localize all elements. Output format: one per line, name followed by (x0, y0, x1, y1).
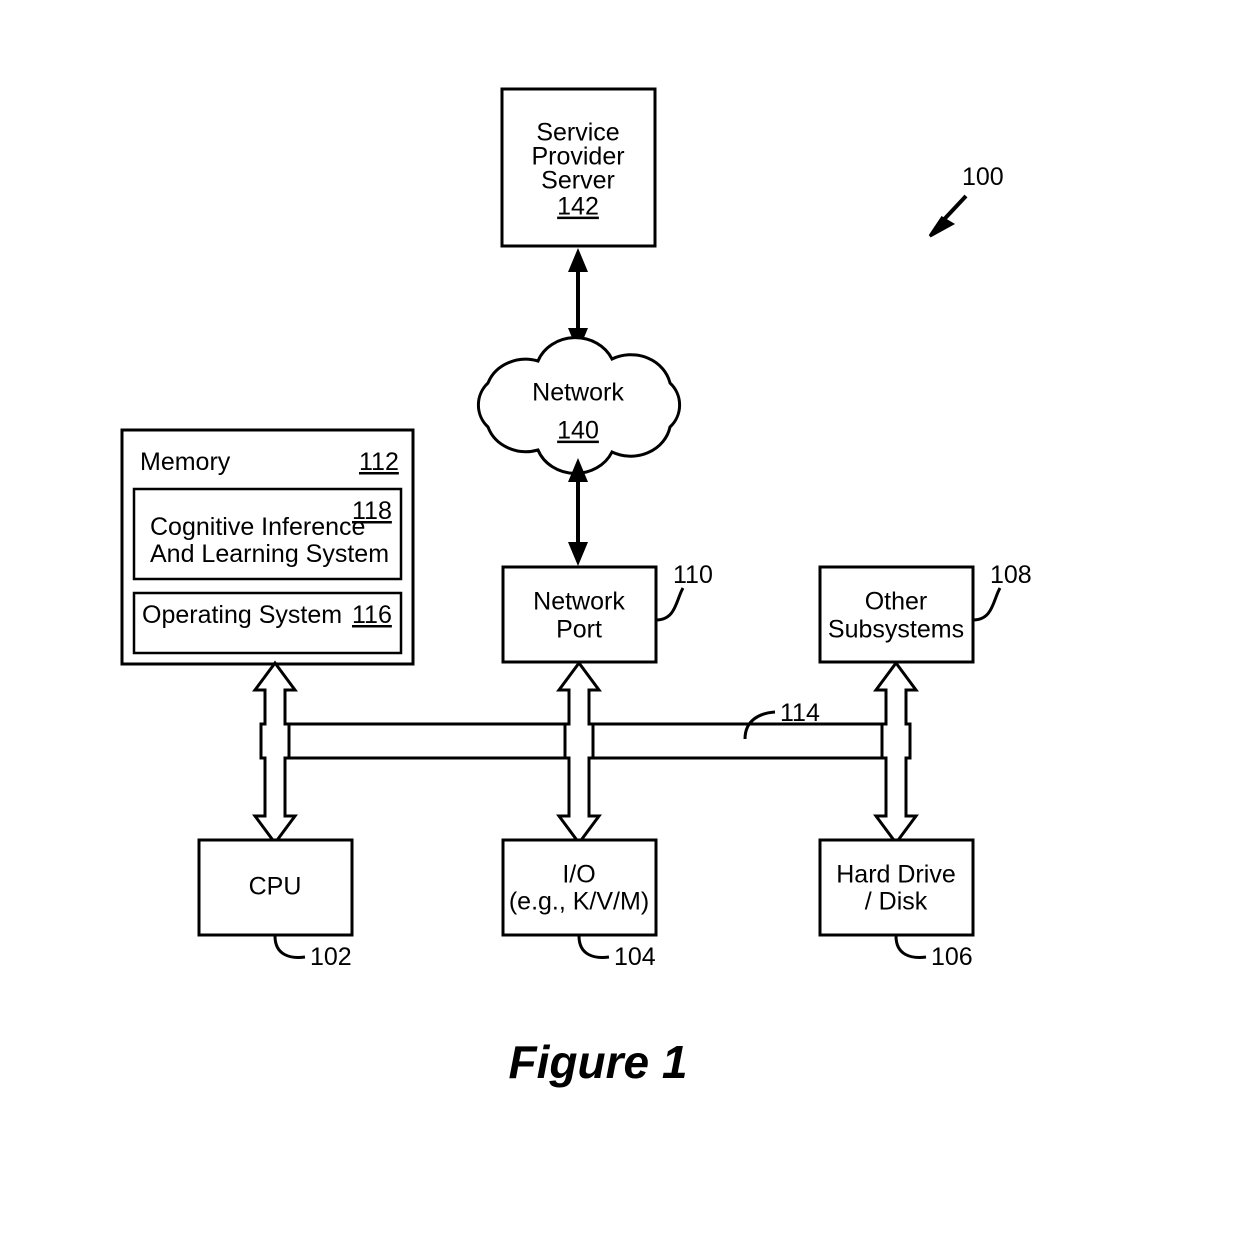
bus-joint-left (265, 727, 285, 755)
system-ref-100-arrowhead (928, 215, 956, 238)
service-provider-server-line3: Server (541, 167, 615, 195)
other-subsystems-ref: 108 (990, 561, 1032, 589)
io-node: I/O (e.g., K/V/M) 104 (501, 838, 658, 971)
hard-drive-node: Hard Drive / Disk 106 (818, 838, 975, 971)
system-bus: 114 (252, 660, 919, 846)
figure-caption: Figure 1 (509, 1036, 688, 1088)
network-port-line1: Network (533, 588, 625, 616)
cognitive-system-line1: Cognitive Inference (150, 513, 365, 541)
patent-figure-1: 100 Service Provider Server 142 Network … (0, 0, 1240, 1240)
io-line2: (e.g., K/V/M) (509, 888, 649, 916)
cpu-node: CPU 102 (197, 838, 354, 971)
bus-joint-right (886, 727, 906, 755)
cpu-leader (273, 935, 306, 959)
bus-joint-middle (569, 727, 589, 755)
memory-label: Memory (140, 448, 231, 476)
io-line1: I/O (562, 861, 595, 889)
network-port-ref: 110 (673, 561, 713, 589)
service-provider-server-node: Service Provider Server 142 (500, 87, 657, 248)
network-cloud-label: Network (532, 379, 624, 407)
figure-canvas: 100 Service Provider Server 142 Network … (120, 87, 1032, 1088)
arrow-network-port-head-down (568, 542, 588, 566)
network-port-leader (655, 587, 685, 622)
system-ref-100-annotation: 100 (928, 163, 1004, 238)
other-subsystems-line1: Other (865, 588, 928, 616)
cpu-ref: 102 (310, 943, 352, 971)
other-subsystems-line2: Subsystems (828, 616, 964, 644)
hard-drive-ref: 106 (931, 943, 973, 971)
memory-node: Memory 112 118 Cognitive Inference And L… (120, 428, 415, 666)
io-ref: 104 (614, 943, 656, 971)
hard-drive-line1: Hard Drive (836, 861, 955, 889)
other-subsystems-leader (972, 587, 1002, 622)
arrow-server-network-head-up (568, 248, 588, 272)
bus-rail-segment-2 (591, 722, 884, 760)
network-port-line2: Port (556, 616, 602, 644)
operating-system-ref: 116 (352, 601, 392, 629)
other-subsystems-node: Other Subsystems 108 (818, 561, 1032, 664)
network-port-node: Network Port 110 (501, 561, 713, 664)
service-provider-server-ref: 142 (557, 193, 599, 221)
cognitive-system-line2: And Learning System (150, 540, 389, 568)
bus-rail-segment-1 (287, 722, 567, 760)
cpu-label: CPU (249, 873, 302, 901)
io-leader (577, 935, 610, 959)
memory-ref: 112 (359, 448, 399, 476)
hard-drive-line2: / Disk (865, 888, 928, 916)
network-cloud-ref: 140 (557, 417, 599, 445)
hard-drive-leader (894, 935, 927, 959)
network-cloud-node: Network 140 (476, 336, 682, 475)
bus-ref: 114 (780, 699, 820, 727)
system-ref-100-label: 100 (962, 163, 1004, 191)
operating-system-label: Operating System (142, 601, 342, 629)
